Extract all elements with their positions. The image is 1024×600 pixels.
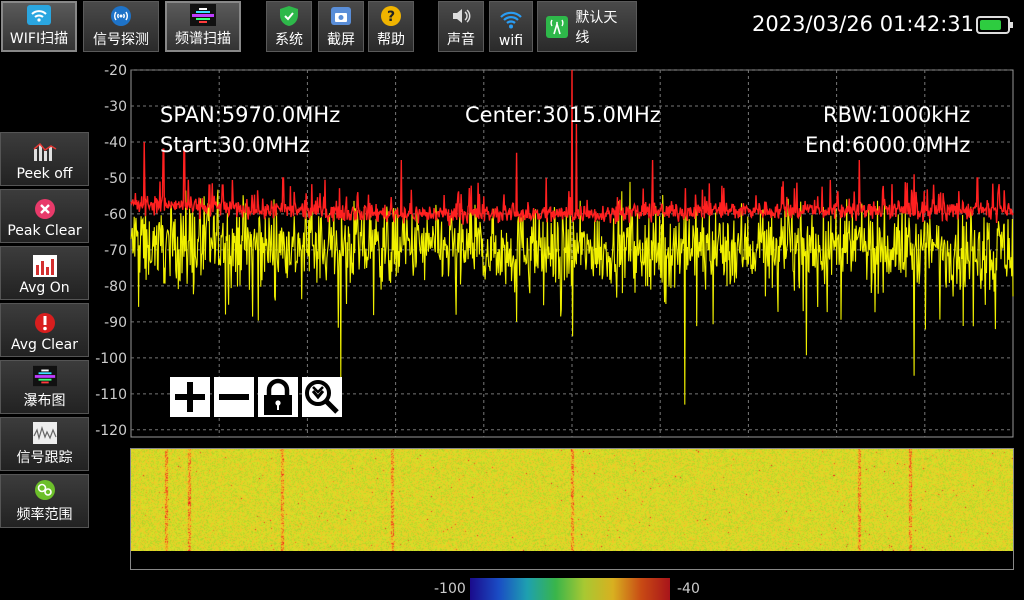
screenshot-button[interactable]: 截屏 xyxy=(318,1,364,52)
span-readout: SPAN:5970.0MHz xyxy=(160,103,341,127)
top-toolbar: WIFI扫描 信号探测 频谱扫描 系统 截屏 ? 帮助 声音 wifi 默认天线… xyxy=(0,0,1024,54)
gear-icon xyxy=(33,479,57,501)
y-tick-label: -30 xyxy=(104,99,127,115)
zoom-reset-button[interactable] xyxy=(302,377,342,417)
lock-icon xyxy=(264,378,292,415)
y-tick-label: -50 xyxy=(104,171,127,187)
freq-range-button[interactable]: 频率范围 xyxy=(0,474,89,528)
colorbar-min-label: -100 xyxy=(434,581,466,597)
zoom-reset-icon xyxy=(305,380,339,414)
camera-icon xyxy=(328,5,354,27)
y-tick-label: -100 xyxy=(95,351,127,367)
signal-icon xyxy=(108,5,134,27)
start-readout: Start:30.0MHz xyxy=(160,133,311,157)
waterfall-panel xyxy=(130,448,1014,570)
battery-fill xyxy=(980,20,1001,30)
rbw-readout: RBW:1000kHz xyxy=(823,103,971,127)
y-tick-label: -60 xyxy=(104,207,127,223)
antenna-icon xyxy=(544,15,569,38)
speaker-icon xyxy=(448,5,474,27)
spectrum-icon xyxy=(190,4,216,26)
freq-range-label: 频率范围 xyxy=(16,507,73,523)
system-button[interactable]: 系统 xyxy=(266,1,312,52)
screenshot-label: 截屏 xyxy=(327,32,355,48)
zoom-in-icon xyxy=(175,382,205,412)
wifi-scan-label: WIFI扫描 xyxy=(9,31,69,47)
y-tick-label: -110 xyxy=(95,387,127,403)
battery-icon xyxy=(976,16,1013,34)
zoom-out-icon xyxy=(219,394,249,400)
lock-button[interactable] xyxy=(258,377,298,417)
signal-detect-button[interactable]: 信号探测 xyxy=(83,1,159,52)
sound-label: 声音 xyxy=(447,32,475,48)
center-readout: Center:3015.0MHz xyxy=(465,103,661,127)
datetime: 2023/03/26 01:42:31 xyxy=(752,12,975,36)
wifi-label: wifi xyxy=(498,33,524,49)
signal-detect-label: 信号探测 xyxy=(93,32,149,48)
y-tick-label: -90 xyxy=(104,315,127,331)
y-tick-label: -40 xyxy=(104,135,127,151)
end-readout: End:6000.0MHz xyxy=(805,133,971,157)
sound-button[interactable]: 声音 xyxy=(438,1,484,52)
shield-icon xyxy=(276,5,302,27)
signal-tracking-label: 信号跟踪 xyxy=(16,450,73,466)
help-button[interactable]: ? 帮助 xyxy=(368,1,414,52)
spectrum-scan-label: 频谱扫描 xyxy=(175,31,231,47)
default-antenna-button[interactable]: 默认天线 xyxy=(537,1,637,52)
waterfall-heatmap xyxy=(131,449,1013,551)
system-label: 系统 xyxy=(275,32,303,48)
default-antenna-label: 默认天线 xyxy=(575,9,618,46)
help-label: 帮助 xyxy=(377,32,405,48)
wifi-button[interactable]: wifi xyxy=(489,1,533,52)
zoom-in-button[interactable] xyxy=(170,377,210,417)
wifi-scan-button[interactable]: WIFI扫描 xyxy=(1,1,77,52)
colorbar-max-label: -40 xyxy=(677,581,700,597)
zoom-out-button[interactable] xyxy=(214,377,254,417)
svg-text:?: ? xyxy=(387,9,395,25)
help-icon: ? xyxy=(378,5,404,27)
spectrum-scan-button[interactable]: 频谱扫描 xyxy=(165,1,241,52)
y-tick-label: -80 xyxy=(104,279,127,295)
y-tick-label: -20 xyxy=(104,63,127,79)
wifi-icon xyxy=(498,9,524,31)
colorbar xyxy=(470,578,670,600)
y-tick-label: -120 xyxy=(95,423,127,439)
y-tick-label: -70 xyxy=(104,243,127,259)
wifi-router-icon xyxy=(26,4,52,26)
